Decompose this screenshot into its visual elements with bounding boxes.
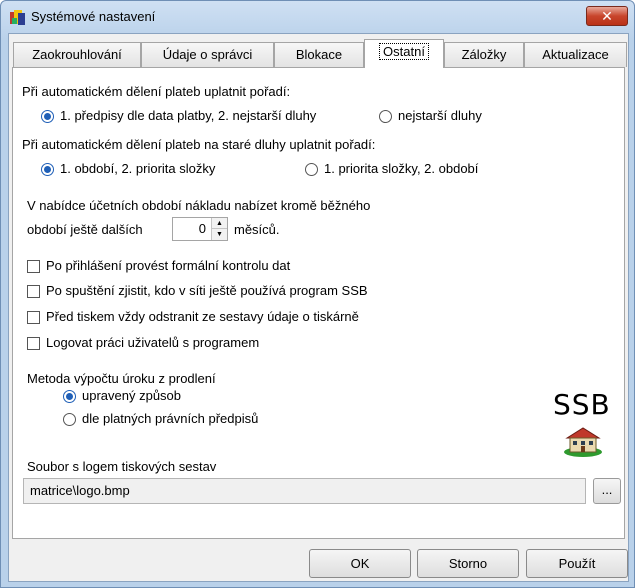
periods-text-after: měsíců. [234,222,280,237]
tab-blokace[interactable]: Blokace [274,42,364,67]
periods-text-line1: V nabídce účetních období nákladu nabíze… [27,198,371,213]
title-bar[interactable]: Systémové nastavení ✕ [1,1,634,33]
spinner-buttons: ▲ ▼ [211,218,227,240]
dialog-client: Zaokrouhlování Údaje o správci Blokace O… [8,33,629,582]
tab-panel-ostatni: Při automatickém dělení plateb uplatnit … [12,67,625,539]
interest-method-label: Metoda výpočtu úroku z prodlení [27,371,216,386]
ok-button[interactable]: OK [309,549,411,578]
radio-payment-order-1[interactable] [41,110,54,123]
cancel-button[interactable]: Storno [417,549,519,578]
checkbox-formal-check-label[interactable]: Po přihlášení provést formální kontrolu … [46,258,290,273]
tab-label: Zaokrouhlování [32,47,122,62]
logo-preview: SSB [545,384,623,464]
radio-interest-adjusted[interactable] [63,390,76,403]
spinner-up-icon[interactable]: ▲ [212,218,227,229]
periods-text-before: období ještě dalších [27,222,143,237]
radio-interest-legal-label[interactable]: dle platných právních předpisů [82,411,258,426]
logo-file-input[interactable]: matrice\logo.bmp [23,478,586,504]
spinner-down-icon[interactable]: ▼ [212,229,227,240]
radio-payment-order-2-label[interactable]: nejstarší dluhy [398,108,482,123]
radio-old-debt-2[interactable] [305,163,318,176]
window-title: Systémové nastavení [31,9,156,24]
logo-ssb-text: SSB [553,388,611,421]
payment-order-label: Při automatickém dělení plateb uplatnit … [22,84,291,99]
dialog-window: Systémové nastavení ✕ Zaokrouhlování Úda… [0,0,635,588]
radio-old-debt-1[interactable] [41,163,54,176]
checkbox-remove-printer[interactable] [27,311,40,324]
radio-payment-order-2[interactable] [379,110,392,123]
checkbox-network-users[interactable] [27,285,40,298]
tab-strip: Zaokrouhlování Údaje o správci Blokace O… [9,39,630,68]
tab-label: Údaje o správci [162,47,253,62]
months-value[interactable]: 0 [173,218,211,240]
checkbox-network-users-label[interactable]: Po spuštění zjistit, kdo v síti ještě po… [46,283,368,298]
radio-old-debt-1-label[interactable]: 1. období, 2. priorita složky [60,161,215,176]
tab-udaje-o-spravci[interactable]: Údaje o správci [141,42,274,67]
checkbox-log-users[interactable] [27,337,40,350]
close-button[interactable]: ✕ [586,6,628,26]
tab-label: Aktualizace [542,47,609,62]
radio-interest-legal[interactable] [63,413,76,426]
apply-button[interactable]: Použít [526,549,628,578]
months-spinner[interactable]: 0 ▲ ▼ [172,217,228,241]
checkbox-remove-printer-label[interactable]: Před tiskem vždy odstranit ze sestavy úd… [46,309,359,324]
tab-label: Záložky [461,47,507,62]
radio-payment-order-1-label[interactable]: 1. předpisy dle data platby, 2. nejstarš… [60,108,316,123]
logo-file-label: Soubor s logem tiskových sestav [27,459,217,474]
app-icon [10,10,25,25]
old-debt-order-label: Při automatickém dělení plateb na staré … [22,137,376,152]
radio-old-debt-2-label[interactable]: 1. priorita složky, 2. období [324,161,478,176]
tab-label: Blokace [295,47,343,62]
tab-aktualizace[interactable]: Aktualizace [524,42,627,67]
tab-label: Ostatní [379,43,429,60]
checkbox-log-users-label[interactable]: Logovat práci uživatelů s programem [46,335,259,350]
checkbox-formal-check[interactable] [27,260,40,273]
radio-interest-adjusted-label[interactable]: upravený způsob [82,388,181,403]
tab-zaokrouhlovani[interactable]: Zaokrouhlování [13,42,141,67]
close-icon: ✕ [601,8,613,24]
house-icon [564,427,602,457]
tab-ostatni[interactable]: Ostatní [364,39,444,68]
browse-button[interactable]: ... [593,478,621,504]
tab-zalozky[interactable]: Záložky [444,42,524,67]
